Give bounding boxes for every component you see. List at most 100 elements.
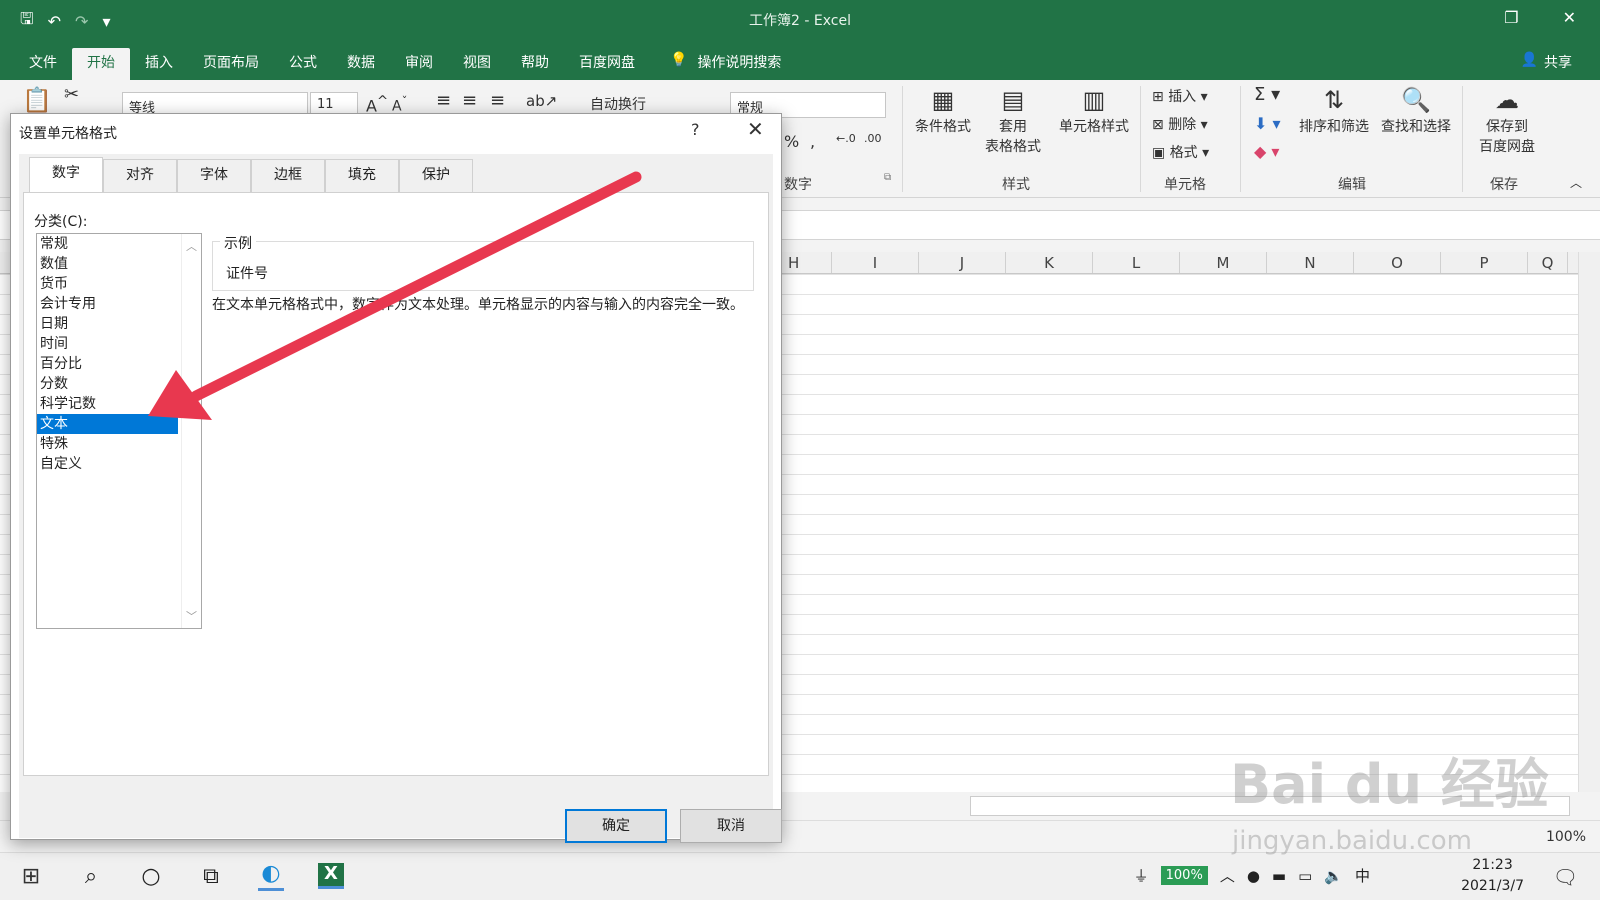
category-item[interactable]: 分数 bbox=[37, 374, 178, 394]
ribbon-tab-6[interactable]: 审阅 bbox=[390, 48, 448, 80]
task-view-icon[interactable]: ⧉ bbox=[198, 864, 224, 889]
ribbon-tab-0[interactable]: 文件 bbox=[14, 48, 72, 80]
excel-app-icon[interactable]: X bbox=[318, 863, 344, 889]
dialog-tab-3[interactable]: 边框 bbox=[251, 159, 325, 192]
dialog-tab-5[interactable]: 保护 bbox=[399, 159, 473, 192]
category-item[interactable]: 自定义 bbox=[37, 454, 178, 474]
category-item[interactable]: 常规 bbox=[37, 234, 178, 254]
clear-icon[interactable]: ◆ ▾ bbox=[1254, 142, 1279, 161]
decrease-decimal-icon[interactable]: .00 bbox=[864, 132, 882, 145]
cortana-icon[interactable]: ○ bbox=[138, 864, 164, 889]
column-header-I[interactable]: I bbox=[832, 252, 919, 273]
zoom-level[interactable]: 100% bbox=[1546, 829, 1586, 845]
conditional-format-button[interactable]: ▦ 条件格式 bbox=[908, 86, 978, 136]
comma-icon[interactable]: , bbox=[810, 132, 815, 151]
scroll-down-icon[interactable]: ﹀ bbox=[186, 608, 197, 624]
delete-cells-button[interactable]: ⊠ 删除 ▾ bbox=[1152, 114, 1208, 134]
battery-icon[interactable]: ▬ bbox=[1272, 867, 1286, 885]
category-item[interactable]: 时间 bbox=[37, 334, 178, 354]
clock[interactable]: 21:23 2021/3/7 bbox=[1461, 855, 1524, 897]
number-dialog-launcher-icon[interactable]: ⧉ bbox=[884, 172, 891, 183]
tell-me-search[interactable]: 💡 操作说明搜索 bbox=[660, 48, 791, 80]
restore-icon[interactable]: ❐ bbox=[1504, 8, 1518, 27]
column-header-J[interactable]: J bbox=[919, 252, 1006, 273]
category-scrollbar[interactable]: ︿ ﹀ bbox=[181, 234, 201, 628]
increase-decimal-icon[interactable]: ←.0 bbox=[836, 132, 856, 145]
volume-icon[interactable]: 🔈 bbox=[1324, 867, 1343, 885]
sort-filter-button[interactable]: ⇅ 排序和筛选 bbox=[1296, 86, 1372, 136]
ribbon-tab-9[interactable]: 百度网盘 bbox=[564, 48, 650, 80]
ribbon-tab-2[interactable]: 插入 bbox=[130, 48, 188, 80]
group-separator bbox=[1140, 86, 1141, 192]
paste-icon[interactable]: 📋 bbox=[22, 86, 52, 116]
column-header-P[interactable]: P bbox=[1441, 252, 1528, 273]
ok-button[interactable]: 确定 bbox=[565, 809, 667, 843]
column-header-N[interactable]: N bbox=[1267, 252, 1354, 273]
scroll-up-icon[interactable]: ︿ bbox=[186, 238, 197, 254]
category-item[interactable]: 特殊 bbox=[37, 434, 178, 454]
align-bottom-icon[interactable]: ≡ bbox=[490, 90, 505, 111]
share-button[interactable]: 👤 共享 bbox=[1521, 52, 1572, 72]
column-header-K[interactable]: K bbox=[1006, 252, 1093, 273]
category-item[interactable]: 数值 bbox=[37, 254, 178, 274]
vertical-scrollbar[interactable] bbox=[1578, 252, 1600, 792]
qq-icon[interactable]: ● bbox=[1247, 867, 1260, 885]
column-header-M[interactable]: M bbox=[1180, 252, 1267, 273]
search-icon[interactable]: ⌕ bbox=[78, 864, 104, 889]
autosum-icon[interactable]: Σ ▾ bbox=[1254, 84, 1280, 105]
edge-browser-icon[interactable]: ◐ bbox=[258, 861, 284, 891]
ribbon-tab-1[interactable]: 开始 bbox=[72, 48, 130, 80]
magnifier-icon: 🔍 bbox=[1401, 86, 1431, 114]
system-tray: ⏚ 100% ︿ ● ▬ ▭ 🔈 中 bbox=[1134, 865, 1370, 886]
dialog-tab-0[interactable]: 数字 bbox=[29, 157, 103, 192]
collapse-ribbon-icon[interactable]: ︿ bbox=[1570, 174, 1582, 191]
wrap-text-label: 自动换行 bbox=[590, 97, 646, 113]
find-select-button[interactable]: 🔍 查找和选择 bbox=[1378, 86, 1454, 136]
windows-start-icon[interactable]: ⊞ bbox=[18, 864, 44, 889]
fill-icon[interactable]: ⬇ ▾ bbox=[1254, 114, 1281, 133]
category-item[interactable]: 货币 bbox=[37, 274, 178, 294]
wrap-text-button[interactable]: 自动换行 bbox=[590, 94, 646, 114]
dialog-tab-1[interactable]: 对齐 bbox=[103, 159, 177, 192]
column-header-O[interactable]: O bbox=[1354, 252, 1441, 273]
battery-indicator[interactable]: 100% bbox=[1160, 866, 1208, 885]
ime-indicator[interactable]: 中 bbox=[1355, 865, 1370, 886]
category-item[interactable]: 文本 bbox=[37, 414, 178, 434]
align-middle-icon[interactable]: ≡ bbox=[462, 90, 477, 111]
action-center-icon[interactable]: 🗨 bbox=[1553, 865, 1578, 889]
ribbon-tab-4[interactable]: 公式 bbox=[274, 48, 332, 80]
ribbon-tab-8[interactable]: 帮助 bbox=[506, 48, 564, 80]
dialog-tab-2[interactable]: 字体 bbox=[177, 159, 251, 192]
align-top-icon[interactable]: ≡ bbox=[436, 90, 451, 111]
cut-icon[interactable]: ✂ bbox=[64, 84, 79, 107]
save-baidu-label-1: 保存到 bbox=[1486, 119, 1528, 135]
network-icon[interactable]: ▭ bbox=[1298, 867, 1312, 885]
close-icon[interactable]: ✕ bbox=[747, 117, 764, 141]
column-header-L[interactable]: L bbox=[1093, 252, 1180, 273]
category-item[interactable]: 会计专用 bbox=[37, 294, 178, 314]
close-window-icon[interactable]: ✕ bbox=[1563, 8, 1576, 27]
column-header-Q[interactable]: Q bbox=[1528, 252, 1568, 273]
cancel-button[interactable]: 取消 bbox=[680, 809, 782, 843]
percent-icon[interactable]: % bbox=[784, 132, 799, 151]
format-cells-dialog: 设置单元格格式 ? ✕ 数字 对齐 字体 边框 填充 保护 分类(C): 常规 数值 货币 会计… bbox=[10, 113, 782, 843]
decrease-font-icon[interactable]: Aˇ bbox=[392, 94, 407, 115]
orientation-icon[interactable]: ab↗ bbox=[526, 92, 557, 110]
ribbon-tab-7[interactable]: 视图 bbox=[448, 48, 506, 80]
help-button[interactable]: ? bbox=[691, 120, 700, 139]
column-header-H[interactable]: H bbox=[780, 252, 832, 273]
format-cells-button[interactable]: ▣ 格式 ▾ bbox=[1152, 142, 1209, 162]
category-item[interactable]: 科学记数 bbox=[37, 394, 178, 414]
category-list[interactable]: 常规 数值 货币 会计专用 日期 时间 百分比 分数 科学记数 文本 特殊 自定义 ︿ ﹀ bbox=[36, 233, 202, 629]
dialog-tab-4[interactable]: 填充 bbox=[325, 159, 399, 192]
insert-cells-button[interactable]: ⊞ 插入 ▾ bbox=[1152, 86, 1208, 106]
format-as-table-button[interactable]: ▤ 套用 表格格式 bbox=[972, 86, 1054, 156]
ribbon-tab-5[interactable]: 数据 bbox=[332, 48, 390, 80]
save-to-baidu-button[interactable]: ☁ 保存到 百度网盘 bbox=[1470, 86, 1544, 156]
category-item[interactable]: 百分比 bbox=[37, 354, 178, 374]
save-group-label: 保存 bbox=[1490, 177, 1518, 193]
ribbon-tab-3[interactable]: 页面布局 bbox=[188, 48, 274, 80]
category-item[interactable]: 日期 bbox=[37, 314, 178, 334]
cell-styles-button[interactable]: ▥ 单元格样式 bbox=[1052, 86, 1136, 136]
show-hidden-icons-icon[interactable]: ︿ bbox=[1220, 865, 1235, 886]
